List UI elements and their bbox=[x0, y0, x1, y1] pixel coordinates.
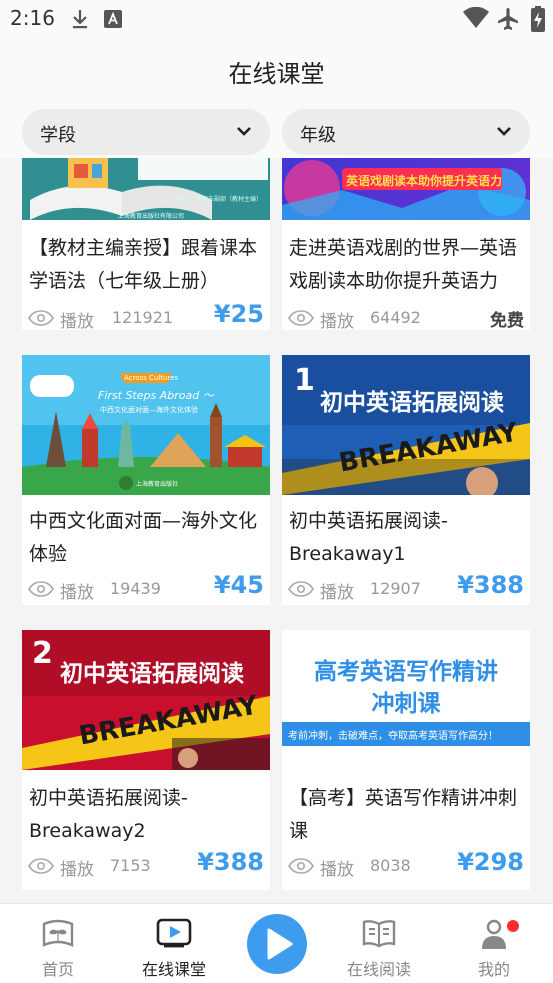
header: 在线课堂 bbox=[0, 40, 553, 98]
nav-home[interactable]: 首页 bbox=[3, 904, 113, 983]
thumb-publisher-text: 上海教育出版社 bbox=[136, 481, 179, 488]
course-title: 【高考】英语写作精讲冲刺课 bbox=[289, 787, 518, 842]
video-play-icon bbox=[156, 918, 192, 948]
course-price: 免费 bbox=[490, 311, 524, 331]
course-title: 初中英语拓展阅读-Breakaway1 bbox=[289, 510, 448, 565]
download-icon bbox=[73, 10, 87, 29]
play-count: 7153 bbox=[110, 856, 151, 875]
nav-mine-label: 我的 bbox=[477, 960, 510, 979]
course-thumbnail: 2 初中英语拓展阅读 BREAKAWAY bbox=[22, 630, 270, 770]
wifi-icon bbox=[463, 7, 489, 28]
course-title: 中西文化面对面—海外文化体验 bbox=[29, 510, 258, 565]
thumb-number: 2 bbox=[32, 636, 53, 671]
status-bar: 2:16 bbox=[0, 0, 553, 40]
nav-online-class[interactable]: 在线课堂 bbox=[119, 904, 229, 983]
thumb-line1-text: 高考英语写作精讲 bbox=[314, 659, 498, 685]
course-price: ¥25 bbox=[213, 300, 264, 328]
user-icon bbox=[482, 919, 506, 949]
thumb-headline-text: First Steps Abroad ～ bbox=[98, 389, 214, 402]
open-book-icon bbox=[362, 920, 396, 948]
course-meta: 播放 121921 ¥25 bbox=[28, 300, 264, 334]
stage-filter-dropdown[interactable]: 学段 bbox=[22, 109, 270, 155]
nav-online-reading[interactable]: 在线阅读 bbox=[324, 904, 434, 983]
thumb-headline-text: 初中英语拓展阅读 bbox=[60, 661, 244, 687]
thumb-headline-text: 初中英语拓展阅读 bbox=[320, 390, 504, 416]
eye-icon bbox=[28, 310, 54, 326]
course-card[interactable]: 1 初中英语拓展阅读 BREAKAWAY 初中英语拓展阅读-Breakaway1… bbox=[282, 355, 530, 605]
eye-icon bbox=[28, 858, 54, 874]
play-circle-icon bbox=[267, 928, 293, 960]
course-price: ¥298 bbox=[457, 848, 524, 876]
grade-filter-dropdown[interactable]: 年级 bbox=[282, 109, 530, 155]
play-label: 播放 bbox=[320, 860, 354, 880]
course-meta: 播放 12907 ¥388 bbox=[288, 571, 524, 605]
course-grid: 主讲人：李绪东副部（教材主编） 上海教育出版社有限公司 【教材主编亲授】跟着课本… bbox=[0, 158, 553, 903]
course-meta: 播放 7153 ¥388 bbox=[28, 848, 264, 882]
thumb-number: 1 bbox=[294, 363, 315, 398]
play-count: 8038 bbox=[370, 856, 411, 875]
thumb-author-text: 主讲人：李绪东副部（教材主编） bbox=[172, 196, 263, 203]
thumb-banner-text: 英语戏剧读本助你提升英语力 bbox=[346, 174, 503, 188]
play-count: 19439 bbox=[110, 579, 161, 598]
course-card[interactable]: 高考英语写作精讲 冲刺课 考前冲刺，击破难点，夺取高考英语写作高分！ 【高考】英… bbox=[282, 630, 530, 890]
nav-online-class-label: 在线课堂 bbox=[141, 960, 206, 979]
eye-icon bbox=[288, 581, 314, 597]
nav-home-label: 首页 bbox=[41, 960, 74, 979]
grade-filter-label: 年级 bbox=[300, 125, 336, 146]
course-thumbnail: 1 初中英语拓展阅读 BREAKAWAY bbox=[282, 355, 530, 495]
status-time: 2:16 bbox=[10, 6, 55, 30]
course-card[interactable]: Across Cultures First Steps Abroad ～ 中西文… bbox=[22, 355, 270, 605]
thumb-tagline-text: 考前冲刺，击破难点，夺取高考英语写作高分！ bbox=[288, 731, 498, 742]
course-title: 初中英语拓展阅读-Breakaway2 bbox=[29, 787, 188, 842]
course-card[interactable]: 2 初中英语拓展阅读 BREAKAWAY 初中英语拓展阅读-Breakaway2… bbox=[22, 630, 270, 890]
play-label: 播放 bbox=[320, 312, 354, 332]
home-book-icon bbox=[42, 919, 74, 947]
play-label: 播放 bbox=[60, 583, 94, 603]
thumb-subtitle-text: 中西文化面对面—海外文化体验 bbox=[100, 406, 198, 414]
eye-icon bbox=[288, 310, 314, 326]
bottom-nav: 首页 在线课堂 在线阅读 我的 bbox=[0, 903, 553, 983]
course-thumbnail: Across Cultures First Steps Abroad ～ 中西文… bbox=[22, 355, 270, 495]
play-count: 64492 bbox=[370, 308, 421, 327]
font-icon bbox=[104, 10, 122, 28]
chevron-down-icon bbox=[497, 127, 511, 136]
nav-mine[interactable]: 我的 bbox=[439, 904, 549, 983]
course-price: ¥45 bbox=[213, 571, 264, 599]
notification-badge bbox=[507, 920, 519, 932]
filter-bar: 学段 年级 bbox=[0, 98, 553, 158]
drama-reader-thumbnail bbox=[282, 158, 530, 220]
center-play-button[interactable] bbox=[247, 914, 307, 974]
eye-icon bbox=[28, 581, 54, 597]
thumb-line2-text: 冲刺课 bbox=[371, 691, 441, 717]
course-price: ¥388 bbox=[457, 571, 524, 599]
course-card[interactable]: 主讲人：李绪东副部（教材主编） 上海教育出版社有限公司 【教材主编亲授】跟着课本… bbox=[22, 158, 270, 332]
battery-charging-icon bbox=[531, 6, 545, 32]
play-label: 播放 bbox=[60, 860, 94, 880]
thumb-publisher-text: 上海教育出版社有限公司 bbox=[118, 213, 185, 220]
thumb-ribbon-text: Across Cultures bbox=[124, 374, 179, 382]
course-card[interactable]: 英语戏剧读本助你提升英语力 走进英语戏剧的世界—英语戏剧读本助你提升英语力 播放… bbox=[282, 158, 530, 332]
course-thumbnail: 主讲人：李绪东副部（教材主编） 上海教育出版社有限公司 bbox=[22, 158, 270, 220]
play-count: 12907 bbox=[370, 579, 421, 598]
page-title: 在线课堂 bbox=[228, 60, 325, 88]
stage-filter-label: 学段 bbox=[40, 125, 76, 146]
course-meta: 播放 64492 免费 bbox=[288, 304, 524, 334]
eye-icon bbox=[288, 858, 314, 874]
nav-online-reading-label: 在线阅读 bbox=[346, 960, 411, 979]
play-label: 播放 bbox=[60, 312, 94, 332]
course-meta: 播放 8038 ¥298 bbox=[288, 848, 524, 882]
course-title: 走进英语戏剧的世界—英语戏剧读本助你提升英语力 bbox=[289, 237, 518, 292]
play-label: 播放 bbox=[320, 583, 354, 603]
chevron-down-icon bbox=[237, 127, 251, 136]
airplane-icon bbox=[498, 8, 518, 30]
course-thumbnail: 高考英语写作精讲 冲刺课 考前冲刺，击破难点，夺取高考英语写作高分！ bbox=[282, 630, 530, 770]
course-thumbnail: 英语戏剧读本助你提升英语力 bbox=[282, 158, 530, 220]
course-title: 【教材主编亲授】跟着课本学语法（七年级上册） bbox=[29, 237, 258, 292]
course-meta: 播放 19439 ¥45 bbox=[28, 571, 264, 605]
course-price: ¥388 bbox=[197, 848, 264, 876]
play-count: 121921 bbox=[112, 308, 174, 327]
